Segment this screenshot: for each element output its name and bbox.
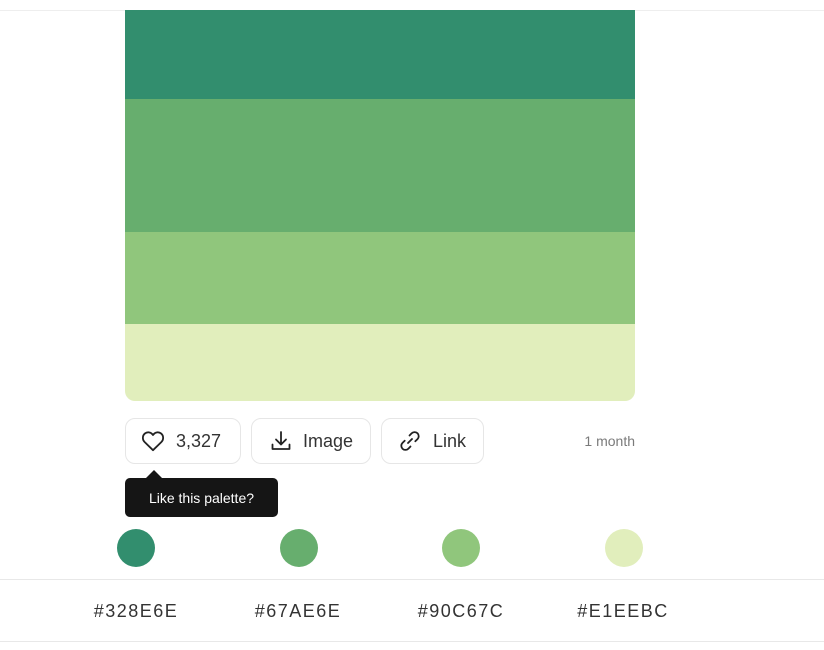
palette-age: 1 month <box>584 433 635 449</box>
copy-link-button[interactable]: Link <box>381 418 484 464</box>
color-dot[interactable] <box>442 529 480 567</box>
heart-icon <box>141 430 165 452</box>
color-code[interactable]: #328E6E <box>71 601 201 622</box>
link-button-label: Link <box>433 430 467 451</box>
like-count: 3,327 <box>176 430 222 451</box>
download-icon <box>270 430 292 452</box>
color-code[interactable]: #90C67C <box>396 601 526 622</box>
palette-swatch[interactable] <box>125 10 635 99</box>
palette-preview[interactable] <box>125 10 635 401</box>
like-button[interactable]: 3,327 <box>125 418 241 464</box>
color-dot[interactable] <box>117 529 155 567</box>
like-tooltip: Like this palette? <box>125 478 278 517</box>
tooltip-arrow <box>146 470 162 478</box>
color-dot[interactable] <box>280 529 318 567</box>
image-button-label: Image <box>303 430 354 451</box>
download-image-button[interactable]: Image <box>251 418 371 464</box>
color-code[interactable]: #E1EEBC <box>558 601 688 622</box>
palette-swatch[interactable] <box>125 232 635 324</box>
palette-swatch[interactable] <box>125 99 635 232</box>
tooltip-text: Like this palette? <box>148 489 255 506</box>
color-codes-bar: #328E6E #67AE6E #90C67C #E1EEBC <box>0 579 824 642</box>
link-icon <box>398 429 422 453</box>
color-code[interactable]: #67AE6E <box>233 601 363 622</box>
color-dot[interactable] <box>605 529 643 567</box>
palette-swatch[interactable] <box>125 324 635 401</box>
